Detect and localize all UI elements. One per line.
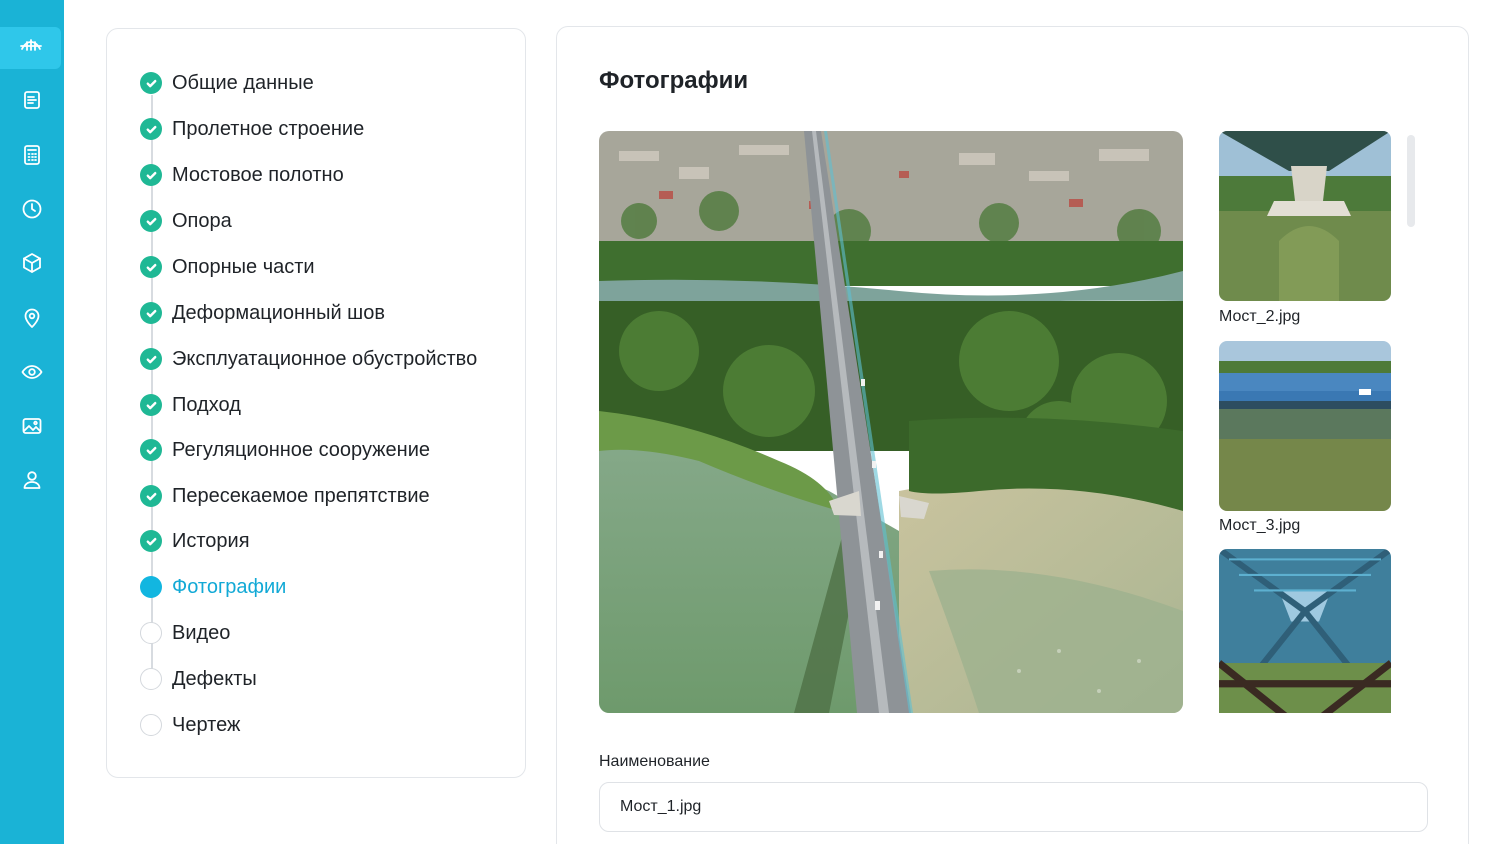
pending-step-indicator	[140, 714, 162, 736]
sidebar-item-inspection[interactable]	[0, 352, 64, 396]
step-defects[interactable]: Дефекты	[140, 664, 257, 694]
step-label: Дефекты	[172, 667, 257, 690]
step-label: Опорные части	[172, 255, 315, 278]
step-regulation-structure[interactable]: Регуляционное сооружение	[140, 435, 430, 465]
step-general-data[interactable]: Общие данные	[140, 68, 314, 98]
photo-thumbnail[interactable]	[1219, 341, 1391, 511]
photo-name-input[interactable]	[599, 782, 1428, 832]
step-label: Фотографии	[172, 575, 287, 598]
step-expansion-joint[interactable]: Деформационный шов	[140, 298, 385, 328]
photo-thumbnail[interactable]	[1219, 549, 1391, 713]
check-icon	[140, 210, 162, 232]
document-icon	[20, 88, 44, 117]
check-icon	[140, 302, 162, 324]
pending-step-indicator	[140, 622, 162, 644]
app-root: Общие данные Пролетное строение Мостовое…	[0, 0, 1500, 844]
eye-icon	[20, 360, 44, 389]
main-photo[interactable]	[599, 131, 1183, 713]
photos-card: Фотографии Мост_2.jpg Мост_3.jpg Наимено…	[556, 26, 1469, 844]
clock-icon	[20, 197, 44, 226]
step-history[interactable]: История	[140, 526, 250, 556]
step-label: Чертеж	[172, 713, 241, 736]
sidebar-item-calculator[interactable]	[0, 135, 64, 179]
bridge-side-photo	[1219, 341, 1391, 511]
step-label: Деформационный шов	[172, 301, 385, 324]
check-icon	[140, 164, 162, 186]
step-label: Опора	[172, 209, 232, 232]
step-label: Пролетное строение	[172, 117, 365, 140]
check-icon	[140, 256, 162, 278]
map-pin-icon	[20, 306, 44, 335]
step-label: Общие данные	[172, 71, 314, 94]
step-bearings[interactable]: Опорные части	[140, 252, 315, 282]
steps-panel: Общие данные Пролетное строение Мостовое…	[106, 28, 526, 778]
step-drawing[interactable]: Чертеж	[140, 710, 240, 740]
sidebar-item-bridge[interactable]	[0, 27, 61, 69]
image-icon	[20, 414, 44, 443]
sidebar-item-profile[interactable]	[0, 460, 64, 504]
user-icon	[20, 468, 44, 497]
check-icon	[140, 118, 162, 140]
name-field-label: Наименование	[599, 753, 710, 770]
truss-bridge-photo	[1219, 549, 1391, 713]
sidebar-item-model[interactable]	[0, 243, 64, 287]
check-icon	[140, 485, 162, 507]
check-icon	[140, 348, 162, 370]
sidebar-item-photos[interactable]	[0, 406, 64, 450]
step-crossed-obstacle[interactable]: Пересекаемое препятствие	[140, 481, 430, 511]
step-label: Эксплуатационное обустройство	[172, 347, 478, 370]
page-title: Фотографии	[599, 67, 749, 94]
sidebar	[0, 0, 64, 844]
check-icon	[140, 72, 162, 94]
photo-thumbnail[interactable]	[1219, 131, 1391, 301]
current-step-indicator	[140, 576, 162, 598]
calculator-icon	[20, 143, 44, 172]
step-bridge-deck[interactable]: Мостовое полотно	[140, 160, 344, 190]
thumbnails-scrollbar[interactable]	[1407, 135, 1415, 227]
step-label: Мостовое полотно	[172, 163, 344, 186]
sidebar-item-document[interactable]	[0, 80, 64, 124]
check-icon	[140, 530, 162, 552]
step-span-structure[interactable]: Пролетное строение	[140, 114, 364, 144]
step-pier[interactable]: Опора	[140, 206, 232, 236]
step-photos[interactable]: Фотографии	[140, 572, 286, 602]
check-icon	[140, 394, 162, 416]
step-label: История	[172, 529, 250, 552]
sidebar-item-location[interactable]	[0, 298, 64, 342]
thumbnail-caption: Мост_3.jpg	[1219, 517, 1301, 534]
pending-step-indicator	[140, 668, 162, 690]
sidebar-item-history[interactable]	[0, 189, 64, 233]
step-approach[interactable]: Подход	[140, 390, 241, 420]
check-icon	[140, 439, 162, 461]
step-label: Регуляционное сооружение	[172, 438, 431, 461]
thumbnail-caption: Мост_2.jpg	[1219, 308, 1301, 325]
step-label: Пересекаемое препятствие	[172, 484, 430, 507]
aerial-bridge-photo	[599, 131, 1183, 713]
step-video[interactable]: Видео	[140, 618, 230, 648]
cube-icon	[20, 251, 44, 280]
step-label: Подход	[172, 393, 241, 416]
bridge-underside-photo	[1219, 131, 1391, 301]
bridge-icon	[19, 34, 43, 63]
step-operational-equipment[interactable]: Эксплуатационное обустройство	[140, 344, 477, 374]
step-label: Видео	[172, 621, 231, 644]
